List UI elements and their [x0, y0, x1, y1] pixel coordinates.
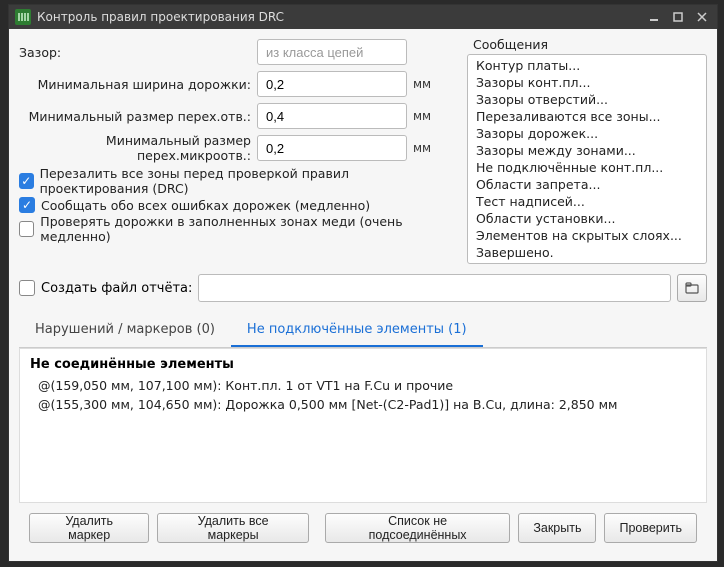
drc-dialog: Контроль правил проектирования DRC Зазор… — [8, 4, 718, 562]
maximize-button[interactable] — [669, 9, 687, 25]
report-all-checkbox[interactable] — [19, 197, 35, 213]
uvia-size-unit: мм — [407, 141, 437, 155]
delete-all-markers-button[interactable]: Удалить все маркеры — [157, 513, 309, 543]
refill-zones-checkbox[interactable] — [19, 173, 34, 189]
result-row[interactable]: @(159,050 мм, 107,100 мм): Конт.пл. 1 от… — [30, 376, 696, 395]
message-item[interactable]: Зазоры дорожек... — [468, 125, 706, 142]
messages-title: Сообщения — [467, 37, 707, 52]
close-button[interactable] — [693, 9, 711, 25]
messages-list[interactable]: Контур платы... Зазоры конт.пл... Зазоры… — [467, 54, 707, 264]
message-item[interactable]: Зазоры конт.пл... — [468, 74, 706, 91]
message-item[interactable]: Не подключённые конт.пл... — [468, 159, 706, 176]
test-filled-label: Проверять дорожки в заполненных зонах ме… — [40, 214, 455, 244]
close-dialog-button[interactable]: Закрыть — [518, 513, 596, 543]
create-report-label: Создать файл отчёта: — [41, 281, 192, 296]
tab-unconnected[interactable]: Не подключённые элементы (1) — [231, 314, 483, 347]
message-item[interactable]: Элементов на скрытых слоях... — [468, 227, 706, 244]
message-item[interactable]: Области запрета... — [468, 176, 706, 193]
track-width-label: Минимальная ширина дорожки: — [19, 77, 257, 92]
footer: Удалить маркер Удалить все маркеры Списо… — [19, 503, 707, 553]
clearance-input[interactable] — [257, 39, 407, 65]
report-all-label: Сообщать обо всех ошибках дорожек (медле… — [41, 198, 370, 213]
message-item[interactable]: Контур платы... — [468, 57, 706, 74]
list-unconnected-button[interactable]: Список не подсоединённых — [325, 513, 510, 543]
titlebar[interactable]: Контроль правил проектирования DRC — [9, 5, 717, 29]
results-panel[interactable]: Не соединённые элементы @(159,050 мм, 10… — [19, 348, 707, 503]
uvia-size-input[interactable] — [257, 135, 407, 161]
test-filled-checkbox[interactable] — [19, 221, 34, 237]
folder-icon — [685, 281, 699, 295]
message-item[interactable]: Зазоры между зонами... — [468, 142, 706, 159]
tab-violations[interactable]: Нарушений / маркеров (0) — [19, 314, 231, 347]
result-row[interactable]: @(155,300 мм, 104,650 мм): Дорожка 0,500… — [30, 395, 696, 414]
refill-zones-label: Перезалить все зоны перед проверкой прав… — [40, 166, 455, 196]
report-path-input[interactable] — [198, 274, 671, 302]
track-width-input[interactable] — [257, 71, 407, 97]
browse-button[interactable] — [677, 274, 707, 302]
create-report-checkbox[interactable] — [19, 280, 35, 296]
run-drc-button[interactable]: Проверить — [604, 513, 697, 543]
clearance-label: Зазор: — [19, 45, 69, 60]
via-size-unit: мм — [407, 109, 437, 123]
via-size-input[interactable] — [257, 103, 407, 129]
track-width-unit: мм — [407, 77, 437, 91]
uvia-size-label: Минимальный размер перех.микроотв.: — [19, 133, 257, 163]
message-item[interactable]: Перезаливаются все зоны... — [468, 108, 706, 125]
delete-marker-button[interactable]: Удалить маркер — [29, 513, 149, 543]
message-item[interactable]: Завершено. — [468, 244, 706, 261]
tabs: Нарушений / маркеров (0) Не подключённые… — [19, 314, 707, 348]
window-title: Контроль правил проектирования DRC — [37, 10, 639, 24]
minimize-button[interactable] — [645, 9, 663, 25]
message-item[interactable]: Области установки... — [468, 210, 706, 227]
via-size-label: Минимальный размер перех.отв.: — [19, 109, 257, 124]
dialog-content: Зазор: Минимальная ширина дорожки: мм Ми… — [9, 29, 717, 561]
app-icon — [15, 9, 31, 25]
results-heading: Не соединённые элементы — [30, 357, 696, 372]
message-item[interactable]: Тест надписей... — [468, 193, 706, 210]
message-item[interactable]: Зазоры отверстий... — [468, 91, 706, 108]
